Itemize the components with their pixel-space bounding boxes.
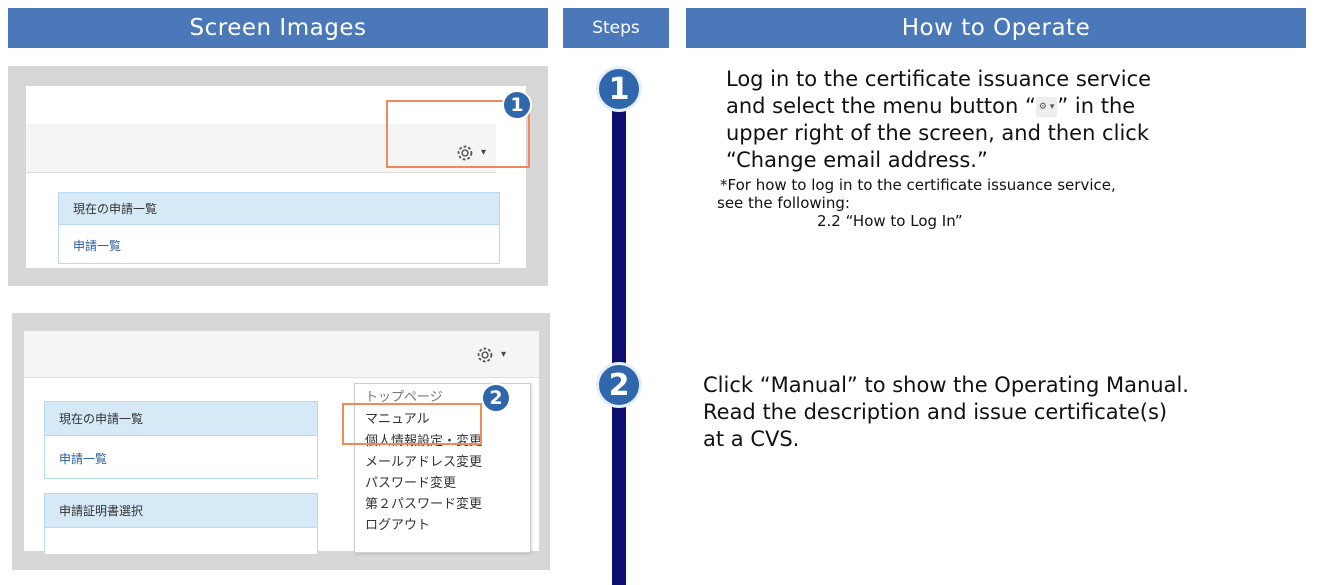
step-1-line-2b: ” in the [1057,94,1136,118]
panel-title: 現在の申請一覧 [45,402,317,436]
step-badge-2: 2 [481,383,511,413]
step-number-2: 2 [596,362,642,408]
screen-1-canvas: ▾ 1 現在の申請一覧 申請一覧 [26,86,532,268]
application-list-link[interactable]: 申請一覧 [59,450,107,467]
step-2-line-3: at a CVS. [703,427,800,451]
screen-images-header: Screen Images [8,8,548,48]
current-applications-panel: 現在の申請一覧 申請一覧 [58,192,500,264]
manual-highlight [342,403,482,445]
step-badge-1: 1 [502,90,532,120]
step-1-note-line-1: *For how to log in to the certificate is… [720,176,1116,194]
gear-icon[interactable] [474,344,496,366]
step-1-instructions: Log in to the certificate issuance servi… [726,66,1316,174]
step-1-line-4: “Change email address.” [726,148,988,172]
panel-title: 現在の申請一覧 [59,193,499,225]
step-2-line-1: Click “Manual” to show the Operating Man… [703,373,1189,397]
steps-header: Steps [563,8,669,48]
step-1-note: *For how to log in to the certificate is… [717,176,1322,230]
step-2-line-2: Read the description and issue certifica… [703,400,1168,424]
chevron-down-icon: ▾ [501,349,507,360]
menu-item-change-email[interactable]: メールアドレス変更 [365,451,482,470]
current-applications-panel: 現在の申請一覧 申請一覧 [44,401,318,479]
step-1-note-line-2: see the following: [717,194,850,212]
menu-item-logout[interactable]: ログアウト [365,514,430,533]
application-list-link[interactable]: 申請一覧 [73,237,121,254]
how-to-operate-header: How to Operate [686,8,1306,48]
certificate-selection-panel: 申請証明書選択 [44,493,318,554]
screen-image-2: ▾ 現在の申請一覧 申請一覧 申請証明書選択 トップページ マニュアル 個人情報… [12,313,550,570]
screen-2-topbar [24,331,539,378]
panel-title: 申請証明書選択 [45,494,317,528]
step-1-line-2: and select the menu button “⚙ ▾” in the [726,93,1316,120]
screen-2-canvas: ▾ 現在の申請一覧 申請一覧 申請証明書選択 トップページ マニュアル 個人情報… [24,331,539,554]
step-number-1: 1 [596,66,642,112]
step-1-line-3: upper right of the screen, and then clic… [726,121,1149,145]
step-1-line-1: Log in to the certificate issuance servi… [726,67,1152,91]
menu-item-change-second-password[interactable]: 第２パスワード変更 [365,493,482,512]
step-2-instructions: Click “Manual” to show the Operating Man… [703,372,1318,453]
step-1-line-2a: and select the menu button “ [726,94,1036,118]
gear-icon: ⚙ ▾ [1035,97,1058,117]
step-1-note-reference: 2.2 “How to Log In” [817,212,963,230]
menu-item-change-password[interactable]: パスワード変更 [365,472,456,491]
screen-image-1: ▾ 1 現在の申請一覧 申請一覧 [8,66,548,286]
steps-timeline [612,95,626,585]
